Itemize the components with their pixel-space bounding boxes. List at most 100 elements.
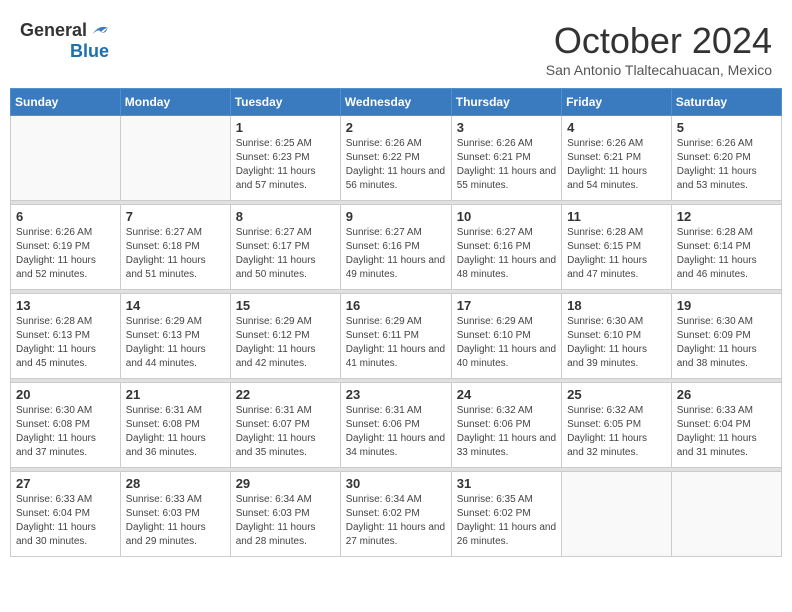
calendar-cell xyxy=(120,116,230,201)
day-info: Sunrise: 6:33 AMSunset: 6:03 PMDaylight:… xyxy=(126,493,225,549)
day-info: Sunrise: 6:27 AMSunset: 6:17 PMDaylight:… xyxy=(236,226,335,282)
calendar-cell: 17 Sunrise: 6:29 AMSunset: 6:10 PMDayligh… xyxy=(451,294,561,379)
day-number: 13 xyxy=(16,298,115,313)
calendar-cell: 3 Sunrise: 6:26 AMSunset: 6:21 PMDaylight… xyxy=(451,116,561,201)
calendar-cell: 10 Sunrise: 6:27 AMSunset: 6:16 PMDayligh… xyxy=(451,205,561,290)
day-number: 7 xyxy=(126,209,225,224)
page-header: General Blue October 2024 San Antonio Tl… xyxy=(10,10,782,83)
calendar-cell: 27 Sunrise: 6:33 AMSunset: 6:04 PMDayligh… xyxy=(11,472,121,557)
day-number: 16 xyxy=(346,298,446,313)
day-info: Sunrise: 6:26 AMSunset: 6:20 PMDaylight:… xyxy=(677,137,776,193)
calendar-cell: 12Sunrise: 6:28 AMSunset: 6:14 PMDayligh… xyxy=(671,205,781,290)
day-info: Sunrise: 6:27 AMSunset: 6:16 PMDaylight:… xyxy=(346,226,446,282)
day-info: Sunrise: 6:29 AMSunset: 6:13 PMDaylight:… xyxy=(126,315,225,371)
day-info: Sunrise: 6:29 AMSunset: 6:12 PMDaylight:… xyxy=(236,315,335,371)
day-number: 31 xyxy=(457,476,556,491)
calendar-cell: 8Sunrise: 6:27 AMSunset: 6:17 PMDaylight… xyxy=(230,205,340,290)
day-info: Sunrise: 6:25 AMSunset: 6:23 PMDaylight:… xyxy=(236,137,335,193)
calendar-cell: 21 Sunrise: 6:31 AMSunset: 6:08 PMDayligh… xyxy=(120,383,230,468)
day-info: Sunrise: 6:26 AMSunset: 6:21 PMDaylight:… xyxy=(567,137,666,193)
day-number: 17 xyxy=(457,298,556,313)
weekday-header-monday: Monday xyxy=(120,89,230,116)
calendar-cell: 7 Sunrise: 6:27 AMSunset: 6:18 PMDaylight… xyxy=(120,205,230,290)
calendar-cell: 4 Sunrise: 6:26 AMSunset: 6:21 PMDaylight… xyxy=(562,116,672,201)
calendar-cell: 19Sunrise: 6:30 AMSunset: 6:09 PMDayligh… xyxy=(671,294,781,379)
day-info: Sunrise: 6:30 AMSunset: 6:08 PMDaylight:… xyxy=(16,404,115,460)
day-info: Sunrise: 6:35 AMSunset: 6:02 PMDaylight:… xyxy=(457,493,556,549)
day-info: Sunrise: 6:32 AMSunset: 6:06 PMDaylight:… xyxy=(457,404,556,460)
weekday-header-thursday: Thursday xyxy=(451,89,561,116)
day-info: Sunrise: 6:31 AMSunset: 6:06 PMDaylight:… xyxy=(346,404,446,460)
calendar-cell xyxy=(11,116,121,201)
day-info: Sunrise: 6:33 AMSunset: 6:04 PMDaylight:… xyxy=(677,404,776,460)
day-info: Sunrise: 6:32 AMSunset: 6:05 PMDaylight:… xyxy=(567,404,666,460)
calendar-table: SundayMondayTuesdayWednesdayThursdayFrid… xyxy=(10,88,782,557)
calendar-cell: 13 Sunrise: 6:28 AMSunset: 6:13 PMDayligh… xyxy=(11,294,121,379)
day-number: 12 xyxy=(677,209,776,224)
day-number: 6 xyxy=(16,209,115,224)
calendar-cell: 25 Sunrise: 6:32 AMSunset: 6:05 PMDayligh… xyxy=(562,383,672,468)
calendar-cell: 6 Sunrise: 6:26 AMSunset: 6:19 PMDaylight… xyxy=(11,205,121,290)
weekday-header-wednesday: Wednesday xyxy=(340,89,451,116)
calendar-cell: 28 Sunrise: 6:33 AMSunset: 6:03 PMDayligh… xyxy=(120,472,230,557)
day-number: 26 xyxy=(677,387,776,402)
title-block: October 2024 San Antonio Tlaltecahuacan,… xyxy=(546,20,772,78)
logo-blue-text: Blue xyxy=(70,41,109,62)
calendar-week-row: 6 Sunrise: 6:26 AMSunset: 6:19 PMDaylight… xyxy=(11,205,782,290)
logo: General Blue xyxy=(20,20,109,62)
weekday-header-sunday: Sunday xyxy=(11,89,121,116)
logo-bird-icon xyxy=(89,21,109,41)
day-number: 15 xyxy=(236,298,335,313)
day-info: Sunrise: 6:27 AMSunset: 6:18 PMDaylight:… xyxy=(126,226,225,282)
calendar-week-row: 20Sunrise: 6:30 AMSunset: 6:08 PMDayligh… xyxy=(11,383,782,468)
calendar-cell xyxy=(671,472,781,557)
location-title: San Antonio Tlaltecahuacan, Mexico xyxy=(546,62,772,78)
calendar-cell: 15 Sunrise: 6:29 AMSunset: 6:12 PMDayligh… xyxy=(230,294,340,379)
logo-general-text: General xyxy=(20,20,87,41)
day-number: 24 xyxy=(457,387,556,402)
day-info: Sunrise: 6:27 AMSunset: 6:16 PMDaylight:… xyxy=(457,226,556,282)
day-number: 28 xyxy=(126,476,225,491)
day-info: Sunrise: 6:29 AMSunset: 6:10 PMDaylight:… xyxy=(457,315,556,371)
day-info: Sunrise: 6:26 AMSunset: 6:21 PMDaylight:… xyxy=(457,137,556,193)
calendar-cell: 11 Sunrise: 6:28 AMSunset: 6:15 PMDayligh… xyxy=(562,205,672,290)
day-number: 10 xyxy=(457,209,556,224)
day-info: Sunrise: 6:26 AMSunset: 6:19 PMDaylight:… xyxy=(16,226,115,282)
day-info: Sunrise: 6:26 AMSunset: 6:22 PMDaylight:… xyxy=(346,137,446,193)
calendar-cell: 26 Sunrise: 6:33 AMSunset: 6:04 PMDayligh… xyxy=(671,383,781,468)
day-number: 30 xyxy=(346,476,446,491)
day-info: Sunrise: 6:34 AMSunset: 6:03 PMDaylight:… xyxy=(236,493,335,549)
calendar-cell: 23 Sunrise: 6:31 AMSunset: 6:06 PMDayligh… xyxy=(340,383,451,468)
calendar-header-row: SundayMondayTuesdayWednesdayThursdayFrid… xyxy=(11,89,782,116)
calendar-cell: 16Sunrise: 6:29 AMSunset: 6:11 PMDayligh… xyxy=(340,294,451,379)
day-number: 2 xyxy=(346,120,446,135)
day-info: Sunrise: 6:33 AMSunset: 6:04 PMDaylight:… xyxy=(16,493,115,549)
weekday-header-saturday: Saturday xyxy=(671,89,781,116)
day-number: 11 xyxy=(567,209,666,224)
day-info: Sunrise: 6:28 AMSunset: 6:13 PMDaylight:… xyxy=(16,315,115,371)
day-number: 21 xyxy=(126,387,225,402)
day-number: 4 xyxy=(567,120,666,135)
weekday-header-friday: Friday xyxy=(562,89,672,116)
day-info: Sunrise: 6:34 AMSunset: 6:02 PMDaylight:… xyxy=(346,493,446,549)
day-number: 3 xyxy=(457,120,556,135)
calendar-cell: 20Sunrise: 6:30 AMSunset: 6:08 PMDayligh… xyxy=(11,383,121,468)
day-number: 23 xyxy=(346,387,446,402)
day-info: Sunrise: 6:31 AMSunset: 6:08 PMDaylight:… xyxy=(126,404,225,460)
calendar-cell: 30 Sunrise: 6:34 AMSunset: 6:02 PMDayligh… xyxy=(340,472,451,557)
month-title: October 2024 xyxy=(546,20,772,62)
calendar-cell: 24 Sunrise: 6:32 AMSunset: 6:06 PMDayligh… xyxy=(451,383,561,468)
calendar-cell xyxy=(562,472,672,557)
calendar-week-row: 1Sunrise: 6:25 AMSunset: 6:23 PMDaylight… xyxy=(11,116,782,201)
calendar-week-row: 27 Sunrise: 6:33 AMSunset: 6:04 PMDayligh… xyxy=(11,472,782,557)
calendar-week-row: 13 Sunrise: 6:28 AMSunset: 6:13 PMDayligh… xyxy=(11,294,782,379)
day-number: 27 xyxy=(16,476,115,491)
calendar-cell: 2 Sunrise: 6:26 AMSunset: 6:22 PMDaylight… xyxy=(340,116,451,201)
weekday-header-tuesday: Tuesday xyxy=(230,89,340,116)
calendar-cell: 1Sunrise: 6:25 AMSunset: 6:23 PMDaylight… xyxy=(230,116,340,201)
day-number: 5 xyxy=(677,120,776,135)
day-number: 25 xyxy=(567,387,666,402)
day-number: 19 xyxy=(677,298,776,313)
day-info: Sunrise: 6:28 AMSunset: 6:15 PMDaylight:… xyxy=(567,226,666,282)
calendar-cell: 29Sunrise: 6:34 AMSunset: 6:03 PMDayligh… xyxy=(230,472,340,557)
